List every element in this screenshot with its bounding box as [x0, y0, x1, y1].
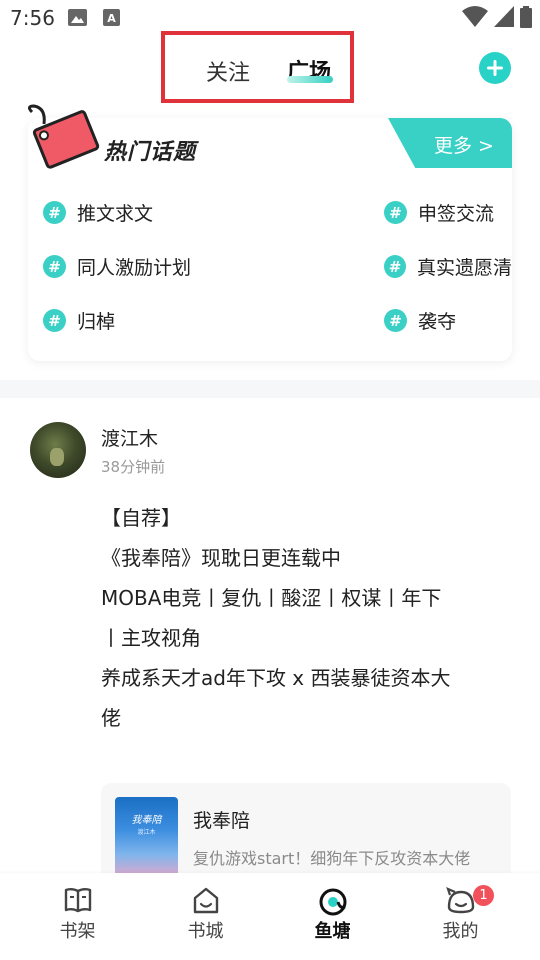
hot-tag-icon [24, 104, 104, 174]
status-time: 7:56 [10, 6, 55, 30]
nav-fishpond[interactable]: 鱼塘 [265, 873, 400, 960]
fishpond-icon [318, 887, 348, 921]
bottom-nav: 书架 书城 鱼塘 我的 [0, 873, 540, 960]
topic-item[interactable]: # 同人激励计划 [43, 253, 191, 280]
book-title: 我奉陪 [193, 810, 251, 832]
post-author[interactable]: 渡江木 [101, 424, 158, 451]
svg-text:A: A [107, 12, 116, 25]
hashtag-icon: # [384, 255, 406, 278]
post-text-line: MOBA电竞丨复仇丨酸涩丨权谋丨年下 [101, 586, 442, 610]
post-text-line: 养成系天才ad年下攻 x 西装暴徒资本大 [101, 666, 451, 690]
hashtag-icon: # [43, 309, 66, 332]
battery-icon [520, 6, 532, 32]
post-time: 38分钟前 [101, 458, 166, 476]
notification-badge: 1 [473, 885, 494, 906]
topic-label: 推文求文 [77, 203, 154, 225]
post-text-line: 丨主攻视角 [101, 626, 201, 650]
topic-label: 真实遗愿清 [416, 257, 512, 279]
bookshelf-icon [64, 887, 92, 917]
section-divider [0, 380, 540, 398]
topic-item[interactable]: # 申签交流 [384, 199, 494, 226]
nav-profile-label: 我的 [442, 921, 479, 942]
hashtag-icon: # [384, 309, 407, 332]
nav-bookstore[interactable]: 书城 [138, 873, 273, 960]
bookstore-icon [192, 887, 220, 919]
avatar[interactable] [30, 422, 86, 478]
signal-icon [494, 6, 514, 32]
nav-fishpond-label: 鱼塘 [314, 921, 351, 942]
wifi-icon [462, 6, 488, 32]
tab-active-indicator [287, 76, 333, 83]
nav-bookshelf-label: 书架 [59, 921, 96, 942]
hashtag-icon: # [43, 255, 66, 278]
topic-label: 归棹 [77, 311, 116, 333]
image-icon [68, 9, 87, 30]
nav-bookstore-label: 书城 [187, 921, 224, 942]
topic-item[interactable]: # 真实遗愿清 [384, 253, 512, 280]
hot-topics-title: 热门话题 [104, 140, 197, 165]
topic-item[interactable]: # 袭夺 [384, 307, 456, 334]
text-a-icon: A [103, 9, 120, 30]
cover-title: 我奉陪 [131, 815, 162, 826]
hashtag-icon: # [43, 201, 66, 224]
topic-label: 申签交流 [418, 203, 495, 225]
more-topics-label[interactable]: 更多 > [434, 131, 494, 158]
cover-subtitle: 渡江木 [137, 829, 156, 836]
topic-label: 同人激励计划 [77, 257, 192, 279]
topic-label: 袭夺 [418, 311, 457, 333]
book-cover: 我奉陪 渡江木 [115, 797, 178, 879]
profile-icon [445, 887, 476, 919]
nav-bookshelf[interactable]: 书架 [10, 873, 145, 960]
topic-item[interactable]: # 归棹 [43, 307, 115, 334]
tab-follow[interactable]: 关注 [206, 55, 250, 87]
post-text-line: 佬 [101, 706, 121, 730]
nav-profile[interactable]: 我的 [393, 873, 528, 960]
add-post-button[interactable] [479, 52, 511, 84]
book-description: 复仇游戏start！细狗年下反攻资本大佬 [193, 849, 471, 868]
topic-item[interactable]: # 推文求文 [43, 199, 153, 226]
hashtag-icon: # [384, 201, 407, 224]
post-text-line: 【自荐】 [101, 506, 181, 530]
plus-icon [487, 60, 503, 76]
post-text-line: 《我奉陪》现耽日更连载中 [101, 546, 341, 570]
